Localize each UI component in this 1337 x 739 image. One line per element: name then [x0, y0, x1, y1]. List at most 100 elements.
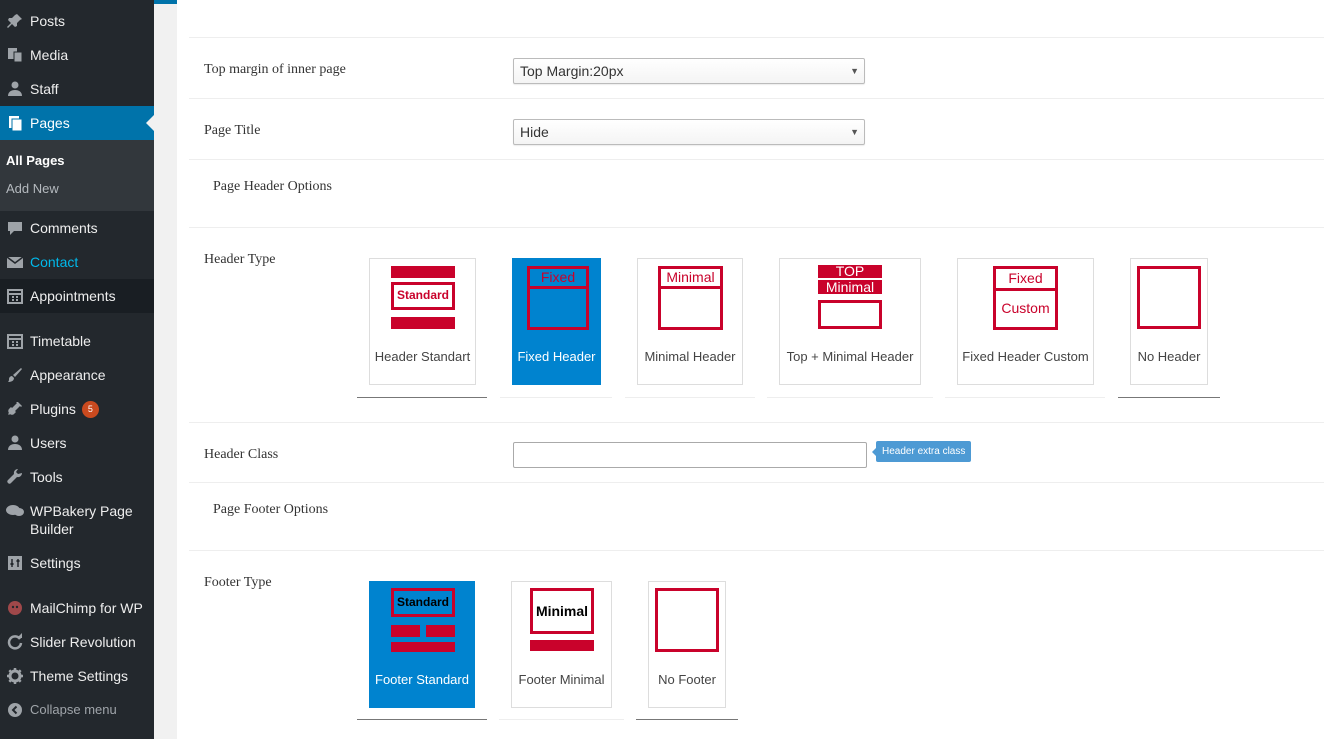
- media-icon: [0, 46, 30, 64]
- pin-icon: [0, 12, 30, 30]
- header-type-label: Header Type: [204, 252, 276, 267]
- collapse-menu-label: Collapse menu: [30, 702, 117, 717]
- menu-media[interactable]: Media: [0, 46, 154, 64]
- menu-contact[interactable]: Contact: [0, 253, 154, 271]
- wrench-icon: [0, 468, 30, 486]
- top-margin-select[interactable]: Top Margin:20px ▼: [513, 58, 865, 84]
- header-option-fixed-custom[interactable]: Fixed Custom Fixed Header Custom: [957, 258, 1094, 385]
- divider: [189, 37, 1324, 38]
- art-label-top: TOP: [818, 264, 882, 278]
- option-underline: [636, 719, 738, 720]
- menu-label: Settings: [30, 555, 81, 571]
- option-underline: [357, 719, 487, 720]
- option-caption: No Header: [1137, 349, 1201, 364]
- footer-type-label: Footer Type: [204, 575, 272, 590]
- divider: [189, 550, 1324, 551]
- menu-posts[interactable]: Posts: [0, 12, 154, 30]
- submenu-add-new[interactable]: Add New: [6, 181, 59, 196]
- page-title-value: Hide: [520, 124, 549, 140]
- bubble-icon: [0, 503, 30, 519]
- menu-plugins[interactable]: Plugins 5: [0, 400, 154, 418]
- divider: [189, 227, 1324, 228]
- menu-label: Tools: [30, 469, 63, 485]
- mail-icon: [0, 253, 30, 271]
- footer-options-heading: Page Footer Options: [213, 502, 329, 517]
- calendar-icon: [0, 332, 30, 350]
- menu-appointments[interactable]: Appointments: [0, 279, 154, 313]
- collapse-menu-button[interactable]: Collapse menu: [0, 701, 154, 719]
- dropdown-arrow-icon: ▼: [850, 127, 859, 137]
- art-box: [655, 588, 719, 652]
- footer-option-minimal[interactable]: Minimal Footer Minimal: [511, 581, 612, 708]
- art-label: Fixed: [530, 269, 586, 289]
- footer-option-standard[interactable]: Standard Footer Standard: [369, 581, 475, 708]
- menu-users[interactable]: Users: [0, 434, 154, 452]
- option-caption: Minimal Header: [644, 349, 736, 364]
- menu-staff[interactable]: Staff: [0, 80, 154, 98]
- plugin-update-badge: 5: [81, 400, 99, 418]
- option-underline: [1118, 397, 1220, 398]
- option-underline: [357, 397, 487, 398]
- art-bar: [391, 642, 455, 652]
- option-underline: [945, 397, 1105, 398]
- menu-label: Pages: [30, 115, 70, 131]
- header-option-none[interactable]: No Header: [1130, 258, 1208, 385]
- header-option-fixed[interactable]: Fixed Fixed Header: [512, 258, 601, 385]
- art-label: Standard: [396, 288, 449, 302]
- option-caption: Footer Minimal: [518, 672, 605, 687]
- submenu-all-pages[interactable]: All Pages: [6, 153, 65, 168]
- art-bar: [530, 640, 594, 651]
- admin-sidebar: Posts Media Staff Pages All Pages Add Ne…: [0, 0, 154, 739]
- menu-label: Contact: [30, 254, 79, 270]
- option-underline: [767, 397, 933, 398]
- menu-wpbakery[interactable]: WPBakery Page Builder: [0, 502, 154, 538]
- header-option-standard[interactable]: Standard Header Standart: [369, 258, 476, 385]
- art-label-bottom: Minimal: [818, 280, 882, 294]
- art-label: Minimal: [535, 603, 589, 619]
- menu-tools[interactable]: Tools: [0, 468, 154, 486]
- comment-icon: [0, 219, 30, 237]
- menu-pages[interactable]: Pages: [0, 106, 154, 140]
- menu-comments[interactable]: Comments: [0, 219, 154, 237]
- header-class-input[interactable]: [513, 442, 867, 468]
- divider: [189, 98, 1324, 99]
- brush-icon: [0, 366, 30, 384]
- dropdown-arrow-icon: ▼: [850, 66, 859, 76]
- header-option-top-minimal[interactable]: TOP Minimal Top + Minimal Header: [779, 258, 921, 385]
- menu-label: Theme Settings: [30, 668, 129, 684]
- mailchimp-icon: [0, 599, 30, 617]
- option-caption: Fixed Header: [517, 349, 596, 364]
- menu-label-line1: WPBakery Page: [30, 503, 133, 519]
- option-caption: No Footer: [658, 672, 716, 687]
- menu-appearance[interactable]: Appearance: [0, 366, 154, 384]
- art-bar: [391, 625, 420, 637]
- header-option-minimal[interactable]: Minimal Minimal Header: [637, 258, 743, 385]
- menu-label: WPBakery Page Builder: [30, 502, 133, 538]
- art-label: Minimal: [661, 269, 720, 289]
- pages-submenu: All Pages Add New: [0, 140, 154, 211]
- menu-label: Staff: [30, 81, 59, 97]
- menu-label: Appearance: [30, 367, 106, 383]
- option-underline: [499, 719, 624, 720]
- art-label-bottom: Custom: [1001, 300, 1050, 316]
- collapse-arrow-icon: [0, 702, 30, 718]
- art-box: Minimal: [530, 588, 594, 634]
- menu-timetable[interactable]: Timetable: [0, 332, 154, 350]
- page-title-select[interactable]: Hide ▼: [513, 119, 865, 145]
- header-class-tooltip: Header extra class: [871, 441, 972, 462]
- option-caption: Fixed Header Custom: [962, 349, 1089, 364]
- plug-icon: [0, 400, 30, 418]
- current-menu-arrow: [146, 115, 154, 131]
- menu-theme-settings[interactable]: Theme Settings: [0, 667, 154, 685]
- art-bar: [391, 317, 455, 329]
- menu-mailchimp[interactable]: MailChimp for WP: [0, 599, 154, 617]
- menu-label: Plugins: [30, 401, 76, 417]
- footer-option-none[interactable]: No Footer: [648, 581, 726, 708]
- divider: [189, 482, 1324, 483]
- menu-label: Comments: [30, 220, 98, 236]
- top-margin-value: Top Margin:20px: [520, 63, 624, 79]
- top-margin-label: Top margin of inner page: [204, 62, 346, 77]
- menu-slider-revolution[interactable]: Slider Revolution: [0, 633, 154, 651]
- divider: [189, 159, 1324, 160]
- menu-settings[interactable]: Settings: [0, 554, 154, 572]
